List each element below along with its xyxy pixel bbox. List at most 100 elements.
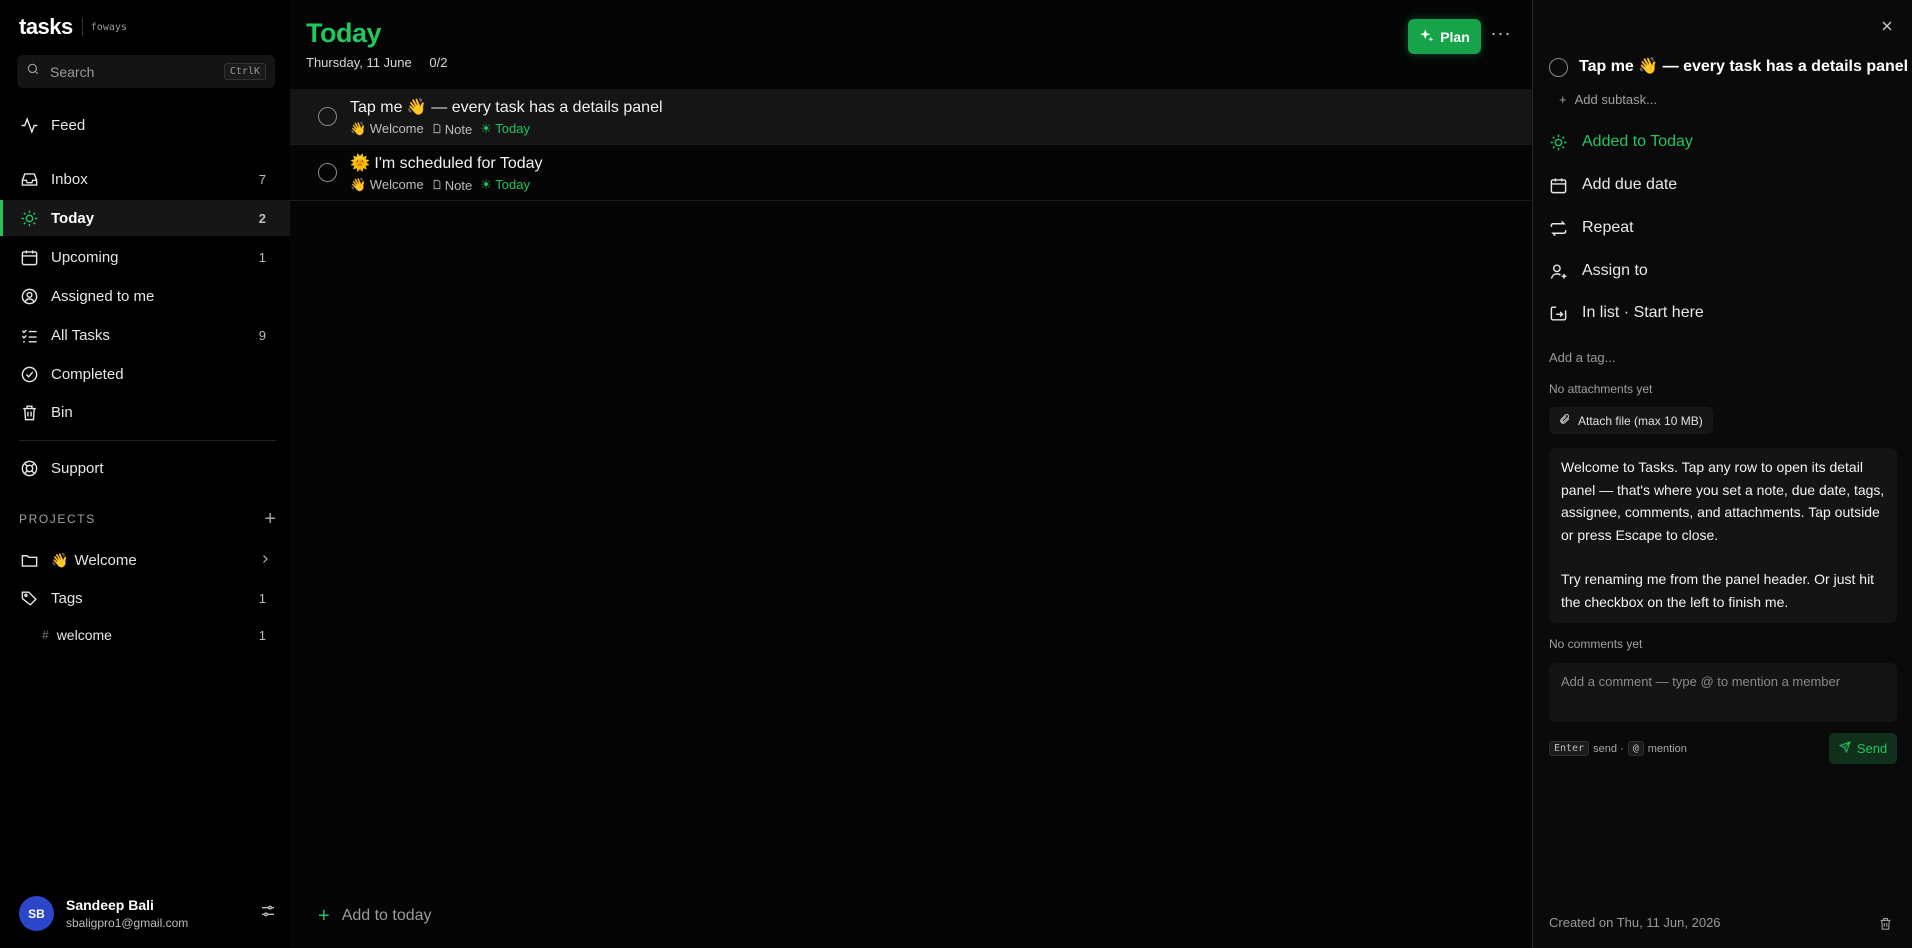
activity-icon — [19, 115, 39, 135]
plan-label: Plan — [1440, 28, 1470, 45]
page-subtitle: Thursday, 11 June 0/2 — [306, 55, 447, 70]
add-to-today-label: Add to today — [341, 907, 432, 924]
project-item-welcome[interactable]: 👋 Welcome — [0, 542, 290, 578]
tags-icon — [19, 588, 39, 608]
sidebar-item-assigned[interactable]: Assigned to me — [0, 278, 290, 314]
task-row[interactable]: Tap me 👋 — every task has a details pane… — [290, 89, 1532, 145]
sidebar-item-count: 2 — [258, 210, 266, 226]
user-email: sbaligpro1@gmail.com — [66, 916, 189, 930]
task-project: 👋 Welcome — [350, 177, 424, 192]
sidebar-item-completed[interactable]: Completed — [0, 356, 290, 392]
search-input[interactable]: Search — [50, 64, 224, 80]
repeat-row[interactable]: Repeat — [1549, 217, 1634, 239]
at-key-hint: @ — [1627, 741, 1644, 756]
sidebar-item-label: Today — [51, 209, 95, 227]
user-info: Sandeep Bali sbaligpro1@gmail.com — [66, 897, 260, 930]
task-row[interactable]: 🌞 I'm scheduled for Today 👋 Welcome Note… — [290, 145, 1532, 201]
user-profile[interactable]: SB Sandeep Bali sbaligpro1@gmail.com — [19, 896, 276, 931]
sidebar-item-label: Upcoming — [51, 248, 119, 266]
sidebar-item-upcoming[interactable]: Upcoming 1 — [0, 239, 290, 275]
trash-icon — [19, 402, 39, 422]
close-icon[interactable] — [1879, 18, 1895, 34]
sidebar-item-label: Support — [51, 459, 104, 477]
chevron-right-icon[interactable] — [259, 552, 271, 569]
attach-file-label: Attach file (max 10 MB) — [1578, 413, 1703, 428]
task-when: ☀ Today — [480, 177, 530, 192]
task-detail-title[interactable]: Tap me 👋 — every task has a details pane… — [1579, 56, 1908, 76]
calendar-icon — [19, 247, 39, 267]
workspace-name[interactable]: foways — [91, 22, 127, 33]
task-progress: 0/2 — [429, 55, 448, 70]
task-when-label: Today — [495, 121, 530, 136]
brand[interactable]: tasks foways — [19, 14, 127, 40]
search-icon — [26, 62, 40, 81]
sidebar-item-tags[interactable]: Tags 1 — [0, 580, 290, 616]
project-emoji: 👋 — [51, 551, 69, 568]
plus-icon: + — [1559, 92, 1567, 107]
attach-file-button[interactable]: Attach file (max 10 MB) — [1549, 407, 1713, 434]
task-note-label: Note — [444, 177, 473, 193]
app-logo: tasks — [19, 14, 73, 39]
add-project-button[interactable]: + — [264, 509, 276, 529]
settings-sliders-icon[interactable] — [260, 903, 276, 924]
sidebar-item-count: 1 — [258, 249, 266, 265]
search-box[interactable]: Search CtrlK — [17, 55, 275, 88]
user-name: Sandeep Bali — [66, 897, 154, 913]
sidebar-divider — [19, 440, 276, 441]
in-list-label: In list · Start here — [1582, 304, 1704, 321]
comment-input[interactable]: Add a comment — type @ to mention a memb… — [1549, 663, 1897, 722]
add-subtask-label: Add subtask... — [1574, 92, 1657, 107]
task-title[interactable]: 🌞 I'm scheduled for Today — [350, 153, 543, 173]
send-hint: send · — [1593, 742, 1624, 755]
search-shortcut: CtrlK — [223, 63, 266, 80]
comment-hints: Enter send · @ mention — [1549, 741, 1687, 756]
task-project: 👋 Welcome — [350, 121, 424, 136]
task-note[interactable]: Welcome to Tasks. Tap any row to open it… — [1549, 448, 1897, 623]
repeat-label: Repeat — [1582, 219, 1634, 236]
add-subtask-button[interactable]: + Add subtask... — [1559, 92, 1657, 107]
added-to-today-row[interactable]: Added to Today — [1549, 131, 1693, 153]
check-circle-icon — [19, 364, 39, 384]
task-checkbox[interactable] — [318, 107, 337, 126]
sidebar-item-today[interactable]: Today 2 — [0, 200, 290, 236]
sidebar-item-inbox[interactable]: Inbox 7 — [0, 161, 290, 197]
projects-title: PROJECTS — [19, 512, 96, 526]
assign-row[interactable]: Assign to — [1549, 260, 1648, 282]
due-date-row[interactable]: Add due date — [1549, 174, 1677, 196]
page-title: Today — [306, 18, 382, 48]
tag-item-welcome[interactable]: # welcome 1 — [0, 617, 290, 653]
more-options-button[interactable]: ··· — [1488, 24, 1514, 46]
send-icon — [1838, 741, 1851, 756]
plan-button[interactable]: Plan — [1408, 19, 1481, 54]
folder-icon — [19, 550, 39, 570]
send-comment-button[interactable]: Send — [1829, 733, 1897, 764]
delete-task-trash-icon[interactable] — [1878, 916, 1894, 932]
task-complete-checkbox[interactable] — [1549, 58, 1568, 77]
sidebar-item-label: Bin — [51, 403, 73, 421]
note-icon — [432, 122, 442, 137]
sidebar-item-label: Feed — [51, 116, 86, 134]
sidebar-item-label: Tags — [51, 589, 83, 607]
send-label: Send — [1856, 741, 1888, 756]
comments-empty: No comments yet — [1549, 637, 1643, 651]
sidebar-item-label: All Tasks — [51, 326, 110, 344]
add-to-today-button[interactable]: + Add to today — [318, 906, 432, 926]
sidebar-item-label: Inbox — [51, 170, 88, 188]
sidebar-item-feed[interactable]: Feed — [0, 107, 290, 143]
sidebar-item-bin[interactable]: Bin — [0, 394, 290, 430]
calendar-icon — [1549, 175, 1569, 195]
repeat-icon — [1549, 218, 1569, 238]
task-checkbox[interactable] — [318, 163, 337, 182]
task-title[interactable]: Tap me 👋 — every task has a details pane… — [350, 97, 663, 117]
project-label: Welcome — [74, 551, 137, 569]
in-list-row[interactable]: In list · Start here — [1549, 302, 1704, 324]
user-circle-icon — [19, 286, 39, 306]
attachments-empty: No attachments yet — [1549, 382, 1653, 396]
sidebar-item-support[interactable]: Support — [0, 450, 290, 486]
add-tag-input[interactable]: Add a tag... — [1549, 350, 1616, 365]
sidebar-item-all-tasks[interactable]: All Tasks 9 — [0, 317, 290, 353]
task-note-label: Note — [444, 121, 473, 137]
note-paragraph: Try renaming me from the panel header. O… — [1561, 571, 1875, 610]
sidebar-item-count: 9 — [258, 327, 266, 343]
task-detail-panel: Tap me 👋 — every task has a details pane… — [1532, 0, 1912, 948]
